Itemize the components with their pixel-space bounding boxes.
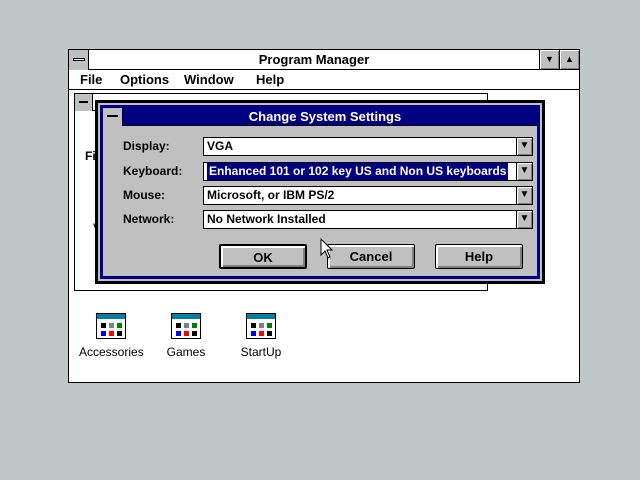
- display-label: Display:: [123, 139, 170, 153]
- menu-options[interactable]: Options: [120, 70, 169, 90]
- mouse-cursor-icon: [320, 238, 334, 259]
- cancel-button[interactable]: Cancel: [327, 244, 415, 269]
- group-system-menu-button[interactable]: [75, 94, 93, 111]
- network-dropdown-button[interactable]: ▼: [516, 211, 532, 228]
- dialog-title: Change System Settings: [248, 109, 402, 124]
- keyboard-select[interactable]: Enhanced 101 or 102 key US and Non US ke…: [203, 162, 533, 181]
- pm-maximize-button[interactable]: ▲: [559, 50, 579, 69]
- network-select[interactable]: No Network Installed ▼: [203, 210, 533, 229]
- dialog-system-menu-button[interactable]: [103, 108, 123, 126]
- keyboard-dropdown-button[interactable]: ▼: [516, 163, 532, 180]
- mouse-label: Mouse:: [123, 188, 165, 202]
- mouse-dropdown-button[interactable]: ▼: [516, 187, 532, 204]
- system-menu-icon: [73, 58, 85, 61]
- program-group-icon: [246, 313, 276, 339]
- accessories-label: Accessories: [79, 345, 144, 359]
- startup-label: StartUp: [240, 345, 282, 359]
- menu-file[interactable]: File: [80, 70, 102, 90]
- keyboard-value: Enhanced 101 or 102 key US and Non US ke…: [207, 163, 509, 180]
- display-value: VGA: [207, 139, 234, 153]
- startup-group[interactable]: StartUp: [229, 313, 293, 373]
- system-menu-icon: [79, 101, 88, 103]
- program-group-icon: [96, 313, 126, 339]
- up-arrow-icon: ▲: [565, 54, 574, 64]
- mouse-value: Microsoft, or IBM PS/2: [207, 188, 335, 202]
- program-group-icon: [171, 313, 201, 339]
- help-button[interactable]: Help: [435, 244, 523, 269]
- games-label: Games: [166, 345, 206, 359]
- down-arrow-icon: ▼: [519, 165, 530, 176]
- display-dropdown-button[interactable]: ▼: [516, 138, 532, 155]
- pm-minimize-button[interactable]: ▼: [539, 50, 559, 69]
- menu-window[interactable]: Window: [184, 70, 234, 90]
- pm-menubar: File Options Window Help: [69, 70, 579, 90]
- down-arrow-icon: ▼: [545, 54, 554, 64]
- menu-help[interactable]: Help: [256, 70, 284, 90]
- down-arrow-icon: ▼: [519, 213, 530, 224]
- down-arrow-icon: ▼: [519, 189, 530, 200]
- dialog-titlebar[interactable]: Change System Settings: [103, 108, 537, 126]
- ok-button[interactable]: OK: [219, 244, 307, 269]
- network-value: No Network Installed: [207, 212, 326, 226]
- accessories-group[interactable]: Accessories: [79, 313, 144, 373]
- network-label: Network:: [123, 212, 175, 226]
- mouse-select[interactable]: Microsoft, or IBM PS/2 ▼: [203, 186, 533, 205]
- games-group[interactable]: Games: [154, 313, 218, 373]
- pm-titlebar[interactable]: Program Manager ▼ ▲: [69, 50, 579, 70]
- system-menu-icon: [107, 115, 118, 117]
- pm-system-menu-button[interactable]: [69, 50, 89, 70]
- keyboard-label: Keyboard:: [123, 164, 183, 178]
- pm-title: Program Manager: [258, 52, 370, 67]
- down-arrow-icon: ▼: [519, 140, 530, 151]
- display-select[interactable]: VGA ▼: [203, 137, 533, 156]
